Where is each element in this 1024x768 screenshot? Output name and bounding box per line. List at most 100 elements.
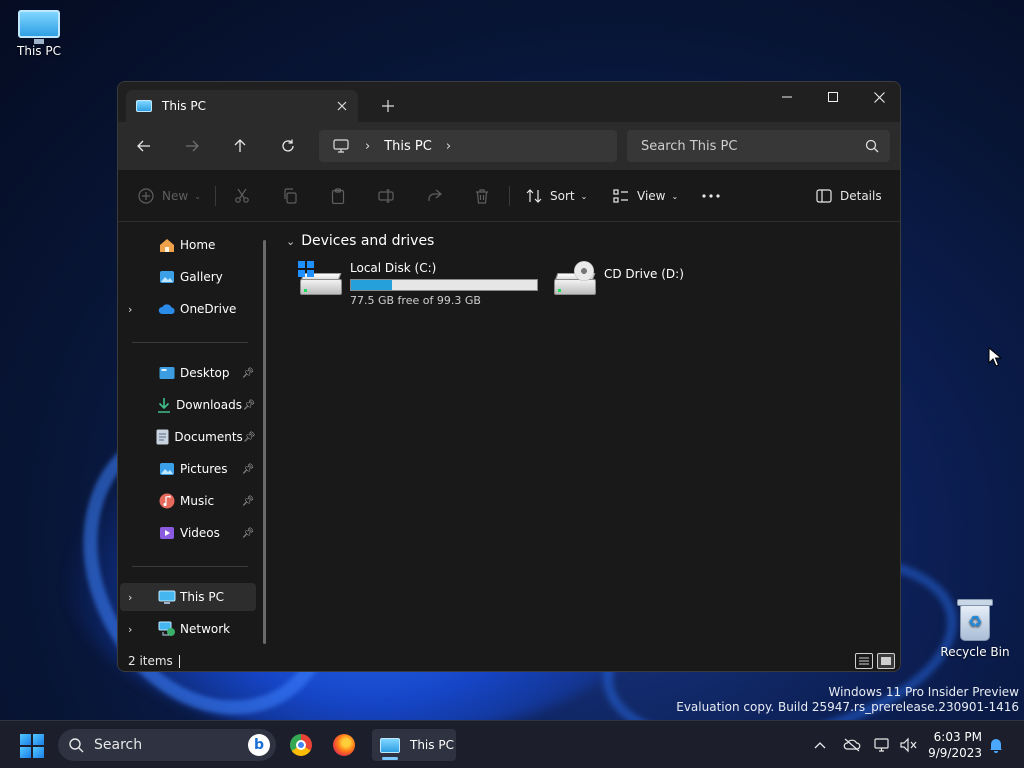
search-box[interactable]: Search This PC <box>627 130 890 162</box>
more-options-button[interactable] <box>702 182 720 210</box>
onedrive-tray-button[interactable] <box>842 735 862 755</box>
notifications-button[interactable] <box>986 735 1006 755</box>
desktop-icon-recycle-bin[interactable]: ♻ Recycle Bin <box>937 597 1013 659</box>
sidebar-item-this-pc[interactable]: › This PC <box>120 583 256 611</box>
paste-button[interactable] <box>330 182 346 210</box>
tab-this-pc[interactable]: This PC <box>126 90 358 122</box>
forward-button[interactable] <box>177 132 207 160</box>
desktop-icon-label: This PC <box>17 44 61 58</box>
sidebar-item-pictures[interactable]: Pictures 📌︎ <box>120 455 256 483</box>
chevron-down-icon: ⌄ <box>194 191 201 201</box>
new-button[interactable]: New ⌄ <box>138 182 201 210</box>
pin-icon[interactable]: 📌︎ <box>240 464 256 475</box>
sort-icon <box>526 189 542 203</box>
chevron-right-icon[interactable]: › <box>446 139 451 154</box>
arrow-up-icon <box>234 139 246 152</box>
sort-button[interactable]: Sort ⌄ <box>526 182 587 210</box>
status-bar: 2 items <box>118 651 900 671</box>
cut-button[interactable] <box>234 182 250 210</box>
sidebar-item-home[interactable]: Home <box>120 231 256 259</box>
copy-button[interactable] <box>282 182 298 210</box>
share-button[interactable] <box>426 182 442 210</box>
details-view-button[interactable] <box>855 653 873 669</box>
start-button[interactable] <box>20 734 44 758</box>
gallery-icon <box>158 269 176 285</box>
desktop-icon-this-pc[interactable]: This PC <box>1 10 77 58</box>
refresh-button[interactable] <box>273 132 303 160</box>
navigation-bar: › This PC › Search This PC <box>118 122 900 170</box>
drive-item-c[interactable]: Local Disk (C:) 77.5 GB free of 99.3 GB <box>298 261 538 307</box>
pin-icon[interactable]: 📌︎ <box>240 528 256 539</box>
view-button[interactable]: View ⌄ <box>613 182 678 210</box>
bing-icon[interactable]: b <box>248 734 270 756</box>
cd-disc-icon <box>574 261 594 281</box>
maximize-button[interactable] <box>810 82 856 112</box>
toolbar-divider <box>215 186 216 206</box>
local-disk-icon <box>298 261 344 297</box>
group-header-devices[interactable]: ⌄ Devices and drives <box>286 233 434 249</box>
pin-icon[interactable]: 📌︎ <box>240 368 256 379</box>
cd-drive-icon <box>552 261 598 297</box>
rename-icon <box>378 189 394 203</box>
chrome-icon <box>290 734 312 756</box>
sidebar-item-downloads[interactable]: Downloads 📌︎ <box>120 391 256 419</box>
search-icon <box>69 738 84 753</box>
close-button[interactable] <box>856 82 900 112</box>
sidebar-item-network[interactable]: › Network <box>120 615 256 643</box>
show-hidden-icons-button[interactable] <box>810 735 830 755</box>
chevron-right-icon[interactable]: › <box>128 623 142 636</box>
sidebar-item-documents[interactable]: Documents 📌︎ <box>120 423 256 451</box>
drive-item-d[interactable]: CD Drive (D:) <box>552 261 684 297</box>
new-tab-button[interactable] <box>376 94 400 118</box>
taskbar-firefox[interactable] <box>324 729 364 761</box>
sidebar-item-desktop[interactable]: Desktop 📌︎ <box>120 359 256 387</box>
speaker-muted-icon <box>900 737 917 753</box>
chevron-up-icon <box>814 742 826 749</box>
taskbar-file-explorer[interactable]: This PC <box>372 729 456 761</box>
desktop-icon-label: Recycle Bin <box>940 645 1010 659</box>
sidebar-item-gallery[interactable]: Gallery <box>120 263 256 291</box>
sidebar-item-onedrive[interactable]: › OneDrive <box>120 295 256 323</box>
sidebar-item-videos[interactable]: Videos 📌︎ <box>120 519 256 547</box>
tiles-view-button[interactable] <box>877 653 895 669</box>
monitor-icon <box>136 100 152 112</box>
windows-watermark: Windows 11 Pro Insider Preview Evaluatio… <box>676 685 1019 714</box>
taskbar-search[interactable]: Search b <box>58 729 276 761</box>
pin-icon[interactable]: 📌︎ <box>243 432 256 443</box>
chevron-down-icon: ⌄ <box>671 191 679 201</box>
taskbar-chrome[interactable] <box>281 729 321 761</box>
sidebar-scrollbar[interactable] <box>263 240 266 644</box>
list-view-icon <box>613 189 628 203</box>
up-button[interactable] <box>225 132 255 160</box>
system-clock[interactable]: 6:03 PM 9/9/2023 <box>924 729 982 761</box>
sidebar-item-music[interactable]: Music 📌︎ <box>120 487 256 515</box>
drive-usage-bar <box>350 279 538 291</box>
chevron-right-icon[interactable]: › <box>128 303 142 316</box>
windows-logo-icon <box>298 261 314 277</box>
taskbar: Search b This PC 6:03 PM 9/9/2023 <box>0 720 1024 768</box>
monitor-outline-icon <box>331 137 351 155</box>
rename-button[interactable] <box>378 182 394 210</box>
network-status-icon <box>874 738 889 752</box>
pin-icon[interactable]: 📌︎ <box>240 496 256 507</box>
tiles-view-icon <box>881 657 891 665</box>
breadcrumb-this-pc[interactable]: This PC <box>384 139 432 154</box>
volume-tray-button[interactable] <box>899 735 919 755</box>
video-icon <box>158 525 176 541</box>
back-button[interactable] <box>129 132 159 160</box>
pin-icon[interactable]: 📌︎ <box>242 400 256 411</box>
delete-button[interactable] <box>474 182 490 210</box>
drive-free-space: 77.5 GB free of 99.3 GB <box>350 294 481 307</box>
details-pane-icon <box>816 189 832 203</box>
chevron-right-icon[interactable]: › <box>128 591 142 604</box>
close-tab-button[interactable] <box>330 94 354 118</box>
minimize-button[interactable] <box>764 82 810 112</box>
chevron-right-icon: › <box>365 138 371 154</box>
pictures-icon <box>158 461 176 477</box>
file-explorer-window: This PC › This PC › Search This PC New ⌄… <box>117 81 901 672</box>
details-pane-button[interactable]: Details <box>816 182 882 210</box>
cloud-off-icon <box>843 738 861 752</box>
network-tray-button[interactable] <box>873 735 893 755</box>
address-bar[interactable]: › This PC › <box>319 130 617 162</box>
navigation-pane: Home Gallery › OneDrive Desktop 📌︎ Downl… <box>118 223 274 651</box>
